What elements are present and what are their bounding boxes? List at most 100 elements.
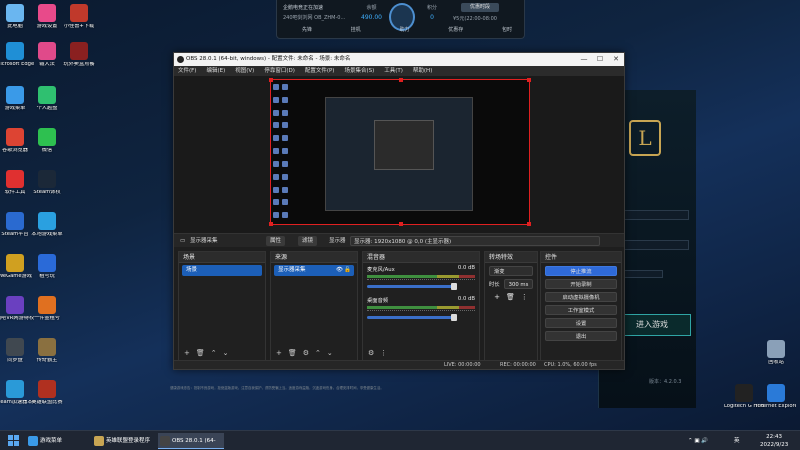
close-button[interactable]: ✕ [608,53,624,66]
desktop-icon-label: Internet Explorer [756,404,796,409]
menu-tools[interactable]: 工具(T) [384,66,403,76]
taskbar-item[interactable]: OBS 28.0.1 (64-bi... [158,433,224,449]
resize-handle[interactable] [269,78,273,82]
start-recording-button[interactable]: 开始录制 [545,279,617,289]
meter-scale [367,279,475,283]
desktop-icon[interactable]: 回收站 [756,340,796,366]
ime-indicator[interactable]: 英 [734,431,740,450]
obs-titlebar[interactable]: OBS 28.0.1 (64-bit, windows) - 配置文件: 未命名… [174,53,624,66]
recursive-preview [325,97,473,211]
desktop-icon[interactable]: 微信 [27,128,67,154]
discount-button[interactable]: 优惠时段 [461,3,499,12]
lol-version: 版本：4.2.0.3 [649,379,682,385]
booster-pioneer-button[interactable]: 先锋 [302,26,312,38]
channel-db: 0.0 dB [457,265,475,271]
tray-icons[interactable]: ⌃ ▣ 🔊 [688,431,708,450]
taskbar-item-label: 游戏菜单 [40,438,63,444]
gear-icon[interactable]: ⚙ [303,349,309,357]
booster-afk-button[interactable]: 挂机 [351,26,361,38]
display-select[interactable]: 显示器: 1920x1080 @ 0,0 (主显示器) [350,236,600,246]
desktop-icon[interactable]: 玩外卖盒点餐 [59,42,99,68]
menu-docks[interactable]: 停靠窗口(D) [264,66,295,76]
move-down-icon[interactable]: ⌄ [327,349,333,357]
filters-button[interactable]: 滤镜 [298,236,318,246]
resize-handle[interactable] [527,222,531,226]
menu-file[interactable]: 文件(F) [178,66,196,76]
maximize-button[interactable]: ☐ [592,53,608,66]
delete-icon[interactable]: 🗑 [196,349,205,357]
taskbar-item[interactable]: 英雄联盟登录程序 [92,433,158,449]
obs-window: OBS 28.0.1 (64-bit, windows) - 配置文件: 未命名… [173,52,625,370]
more-icon[interactable]: ⋮ [380,349,387,357]
booster-assist-button[interactable]: 助力 [399,26,409,38]
mixer-footer: ⚙ ⋮ [363,346,479,360]
virtual-camera-button[interactable]: 启动虚拟摄像机 [545,292,617,302]
resize-handle[interactable] [399,222,403,226]
move-up-icon[interactable]: ⌃ [211,349,217,357]
studio-mode-button[interactable]: 工作室模式 [545,305,617,315]
resize-handle[interactable] [527,78,531,82]
desktop-icon[interactable]: 小怪兽+下载 [59,4,99,30]
menu-profile[interactable]: 配置文件(P) [305,66,335,76]
more-icon[interactable]: ⋮ [521,293,528,301]
duration-input[interactable]: 300 ms [503,279,533,289]
add-icon[interactable]: + [494,293,500,301]
desktop-icon[interactable]: Steam饰权 [27,170,67,196]
booster-save-button[interactable]: 优惠存 [448,26,463,38]
add-icon[interactable]: + [276,349,282,357]
volume-slider[interactable] [367,314,457,321]
volume-slider[interactable] [367,283,457,290]
desktop-icon[interactable]: 英雄联盟比赛 [27,380,67,406]
desktop-icon[interactable]: Internet Explorer [756,384,796,410]
exit-button[interactable]: 退出 [545,331,617,341]
channel-name: 麦克风/Aux [367,267,395,273]
move-down-icon[interactable]: ⌄ [223,349,229,357]
desktop-icon-label: 传奇霸主 [36,358,58,363]
taskbar-item[interactable]: 游戏菜单 [26,433,90,449]
desktop-icon[interactable]: 传奇霸主 [27,338,67,364]
source-item[interactable]: 显示器采集 👁 🔓 [274,265,354,276]
move-up-icon[interactable]: ⌃ [315,349,321,357]
delete-icon[interactable]: 🗑 [288,349,297,357]
menu-scene-collection[interactable]: 场景集合(S) [344,66,374,76]
preview-canvas[interactable] [269,78,531,226]
desktop-icon[interactable]: 个人越盘 [27,86,67,112]
sources-header: 来源 [271,252,357,263]
properties-button[interactable]: 属性 [266,236,286,246]
add-icon[interactable]: + [184,349,190,357]
desktop-icon[interactable]: 租号玩 [27,254,67,280]
clock[interactable]: 22:43 2022/9/23 [760,431,788,450]
account-field[interactable] [623,210,689,220]
resize-handle[interactable] [269,222,273,226]
desktop-icon[interactable]: 本地游戏菜单 [27,212,67,238]
volume-meter [367,306,475,309]
lol-footer-text: 健康游戏忠告：抵制不良游戏，拒绝盗版游戏。注意自我保护，谨防受骗上当。适度游戏益… [170,386,384,390]
delete-icon[interactable]: 🗑 [506,293,515,301]
desktop-icon[interactable]: 一件金租号 [27,296,67,322]
preview-area[interactable] [174,76,624,233]
lock-icon[interactable]: 🔓 [344,265,351,276]
app-icon [6,42,24,60]
booster-hourly-button[interactable]: 包时 [502,26,512,38]
menu-view[interactable]: 视图(V) [235,66,254,76]
desktop-icon-label: Steam饰权 [33,190,61,195]
scene-item[interactable]: 场景 [182,265,262,276]
display-label: 显示器 [329,238,346,244]
stop-streaming-button[interactable]: 停止推流 [545,266,617,276]
selected-source-name: 显示器采集 [190,238,218,244]
transition-select[interactable]: 渐变 [489,266,533,276]
visibility-eye-icon[interactable]: 👁 [336,265,343,276]
resize-handle[interactable] [399,78,403,82]
booster-server: 240吧剑刘网 OB_ZHM-0... [283,15,346,21]
password-field[interactable] [623,240,689,250]
menu-help[interactable]: 帮助(H) [413,66,432,76]
menu-edit[interactable]: 编辑(E) [206,66,225,76]
minimize-button[interactable]: — [576,53,592,66]
gear-icon[interactable]: ⚙ [368,349,374,357]
remember-checkbox[interactable] [623,270,663,278]
app-icon [38,338,56,356]
start-icon[interactable] [8,435,19,446]
settings-button[interactable]: 设置 [545,318,617,328]
obs-menubar: 文件(F) 编辑(E) 视图(V) 停靠窗口(D) 配置文件(P) 场景集合(S… [174,66,624,76]
app-icon [38,128,56,146]
